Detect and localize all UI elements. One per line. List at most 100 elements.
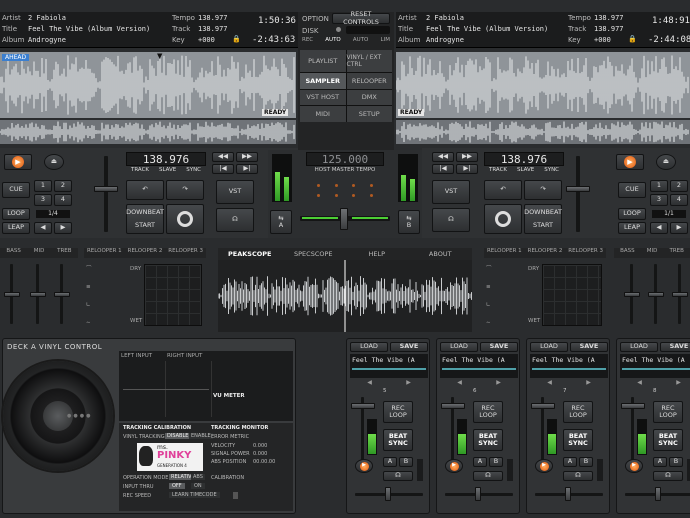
nudge-back-button[interactable]: ↶ xyxy=(126,180,164,200)
shape-icon[interactable]: ∼ xyxy=(486,320,504,326)
shape-icon[interactable]: ≡ xyxy=(86,284,104,290)
sampler-headphone-button[interactable]: ☊ xyxy=(653,471,683,481)
skip-back-button[interactable]: |◀ xyxy=(432,164,454,174)
track-mode-button[interactable]: TRACK xyxy=(131,167,149,177)
mode-auto-2[interactable]: AUTO xyxy=(353,37,368,45)
pad-2[interactable]: 2 xyxy=(670,180,688,192)
leap-button[interactable]: LEAP xyxy=(618,222,646,234)
jog-wheel[interactable]: ●●●● xyxy=(3,361,113,471)
sampler-prev-icon[interactable]: ◀ xyxy=(547,379,552,387)
eq-mid-knob[interactable] xyxy=(648,292,664,297)
sampler-volume-knob[interactable] xyxy=(531,403,555,409)
eq-treb-knob[interactable] xyxy=(672,292,688,297)
sampler-load-button[interactable]: LOAD xyxy=(350,342,388,352)
sampler-save-button[interactable]: SAVE xyxy=(570,342,608,352)
pad-4[interactable]: 4 xyxy=(54,194,72,206)
sampler-headphone-button[interactable]: ☊ xyxy=(473,471,503,481)
shape-icon[interactable]: ⌒ xyxy=(86,264,104,272)
pad-3[interactable]: 3 xyxy=(650,194,668,206)
scratch-button[interactable] xyxy=(166,204,204,234)
sync-button[interactable]: SYNC xyxy=(544,167,559,177)
pitch-fader-knob[interactable] xyxy=(94,186,118,192)
beat-sync-button[interactable]: BEAT SYNC xyxy=(563,429,593,451)
slave-mode-button[interactable]: SLAVE xyxy=(159,167,176,177)
headphone-button[interactable]: ☊ xyxy=(216,208,254,232)
sampler-prev-icon[interactable]: ◀ xyxy=(637,379,642,387)
sampler-scroll[interactable] xyxy=(597,459,603,481)
rec-loop-button[interactable]: REC LOOP xyxy=(473,401,503,423)
loop-button[interactable]: LOOP xyxy=(618,208,646,220)
sampler-prev-icon[interactable]: ◀ xyxy=(457,379,462,387)
seek-back-button[interactable]: ◀◀ xyxy=(432,152,454,162)
sampler-play-button[interactable]: ▶ xyxy=(445,459,463,473)
sampler-pitch-knob[interactable] xyxy=(565,487,571,501)
downbeat-start-button[interactable]: DOWNBEAT START xyxy=(524,204,562,234)
mode-lim[interactable]: LIM xyxy=(381,37,390,45)
sampler-a-button[interactable]: A xyxy=(383,457,397,467)
nudge-forward-button[interactable]: ↷ xyxy=(166,180,204,200)
loop-button[interactable]: LOOP xyxy=(2,208,30,220)
sampler-scroll[interactable] xyxy=(507,459,513,481)
rec-loop-button[interactable]: REC LOOP xyxy=(653,401,683,423)
slave-mode-button[interactable]: SLAVE xyxy=(517,167,534,177)
sampler-play-button[interactable]: ▶ xyxy=(355,459,373,473)
pad-4[interactable]: 4 xyxy=(670,194,688,206)
deck-right-waveform[interactable] xyxy=(396,52,690,118)
loop-double-button[interactable]: ▶ xyxy=(54,222,72,234)
menu-vst-host[interactable]: VST HOST xyxy=(300,89,346,106)
sampler-volume-knob[interactable] xyxy=(351,403,375,409)
relooper-xy-pad[interactable] xyxy=(542,264,602,326)
pad-3[interactable]: 3 xyxy=(34,194,52,206)
skip-back-button[interactable]: |◀ xyxy=(212,164,234,174)
sampler-load-button[interactable]: LOAD xyxy=(530,342,568,352)
sampler-b-button[interactable]: B xyxy=(669,457,683,467)
lock-icon[interactable]: 🔒 xyxy=(232,35,241,43)
pad-1[interactable]: 1 xyxy=(650,180,668,192)
seek-forward-button[interactable]: ▶▶ xyxy=(456,152,478,162)
leap-button[interactable]: LEAP xyxy=(2,222,30,234)
relooper-tab-3[interactable]: RELOOPER 3 xyxy=(568,248,603,258)
relooper-tab-1[interactable]: RELOOPER 1 xyxy=(487,248,522,258)
downbeat-start-button[interactable]: DOWNBEAT START xyxy=(126,204,164,234)
sampler-play-button[interactable]: ▶ xyxy=(625,459,643,473)
sampler-next-icon[interactable]: ▶ xyxy=(586,379,591,387)
beat-sync-button[interactable]: BEAT SYNC xyxy=(473,429,503,451)
sampler-pitch-knob[interactable] xyxy=(385,487,391,501)
menu-vinyl-ext-ctrl[interactable]: VINYL / EXT CTRL xyxy=(346,50,392,72)
beat-sync-button[interactable]: BEAT SYNC xyxy=(653,429,683,451)
lock-icon[interactable]: 🔒 xyxy=(628,35,637,43)
sampler-load-button[interactable]: LOAD xyxy=(440,342,478,352)
rec-loop-button[interactable]: REC LOOP xyxy=(563,401,593,423)
sampler-next-icon[interactable]: ▶ xyxy=(676,379,681,387)
deck-left-overview[interactable] xyxy=(0,120,296,144)
sampler-next-icon[interactable]: ▶ xyxy=(406,379,411,387)
sampler-pitch-knob[interactable] xyxy=(655,487,661,501)
seek-back-button[interactable]: ◀◀ xyxy=(212,152,234,162)
sampler-b-button[interactable]: B xyxy=(489,457,503,467)
deck-left-waveform[interactable] xyxy=(0,52,296,118)
menu-sampler[interactable]: SAMPLER xyxy=(300,72,346,89)
cue-button[interactable]: CUE xyxy=(618,182,646,198)
tab-specscope[interactable]: SPECSCOPE xyxy=(282,248,346,259)
pad-2[interactable]: 2 xyxy=(54,180,72,192)
sampler-save-button[interactable]: SAVE xyxy=(660,342,690,352)
play-button[interactable]: ▶ xyxy=(4,154,32,170)
sampler-prev-icon[interactable]: ◀ xyxy=(367,379,372,387)
sampler-play-button[interactable]: ▶ xyxy=(535,459,553,473)
sampler-a-button[interactable]: A xyxy=(473,457,487,467)
menu-playlist[interactable]: PLAYLIST xyxy=(300,50,346,72)
sampler-a-button[interactable]: A xyxy=(563,457,577,467)
mode-rec[interactable]: REC xyxy=(302,37,313,45)
vst-button[interactable]: VST xyxy=(432,180,470,204)
sampler-volume-knob[interactable] xyxy=(441,403,465,409)
sampler-headphone-button[interactable]: ☊ xyxy=(383,471,413,481)
sampler-scroll[interactable] xyxy=(417,459,423,481)
rec-loop-button[interactable]: REC LOOP xyxy=(383,401,413,423)
eject-button[interactable]: ⏏ xyxy=(656,154,676,170)
skip-forward-button[interactable]: ▶| xyxy=(236,164,258,174)
nudge-forward-button[interactable]: ↷ xyxy=(524,180,562,200)
menu-midi[interactable]: MIDI xyxy=(300,106,346,122)
disable-button[interactable]: DISABLE xyxy=(165,433,191,439)
loop-half-button[interactable]: ◀ xyxy=(34,222,52,234)
sampler-b-button[interactable]: B xyxy=(579,457,593,467)
